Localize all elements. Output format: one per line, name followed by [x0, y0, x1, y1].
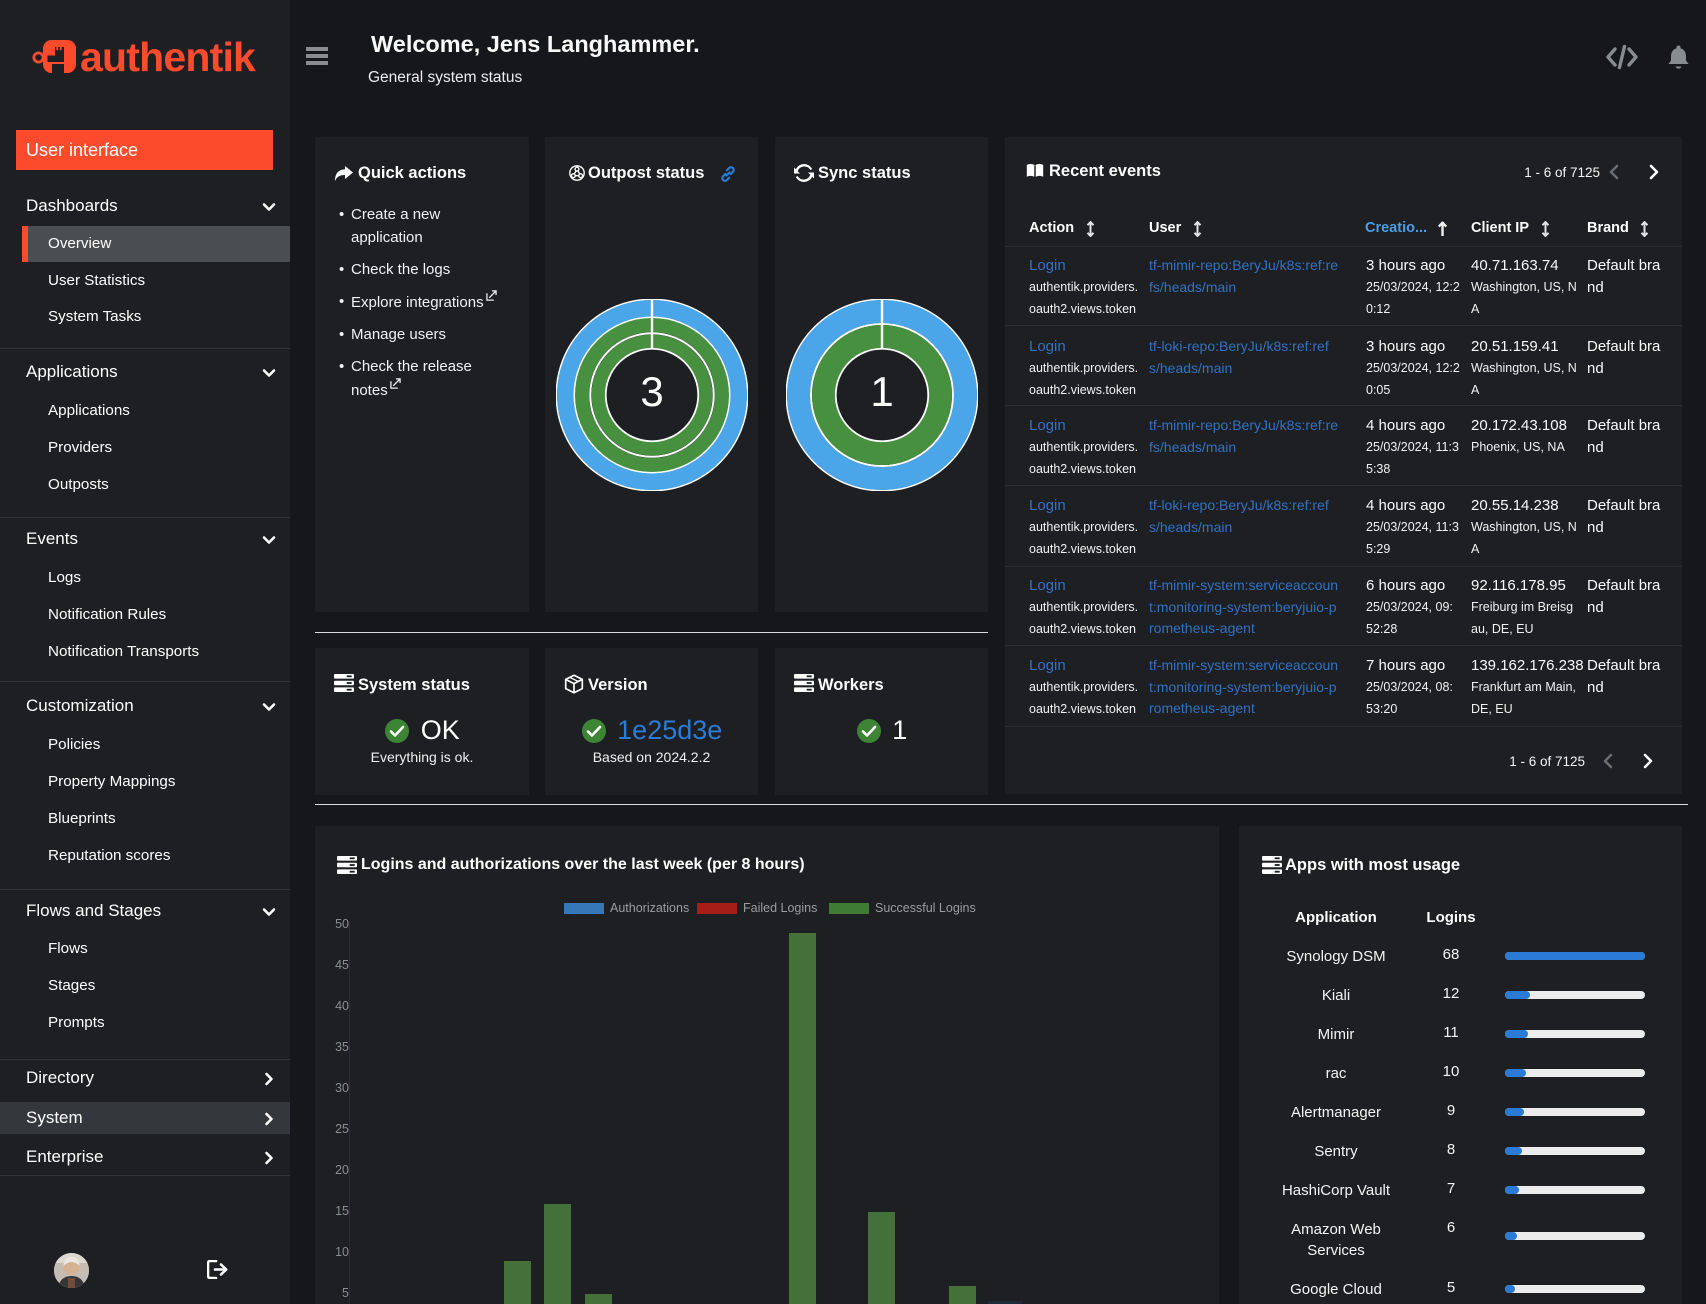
svg-text:authentik: authentik: [80, 36, 256, 80]
